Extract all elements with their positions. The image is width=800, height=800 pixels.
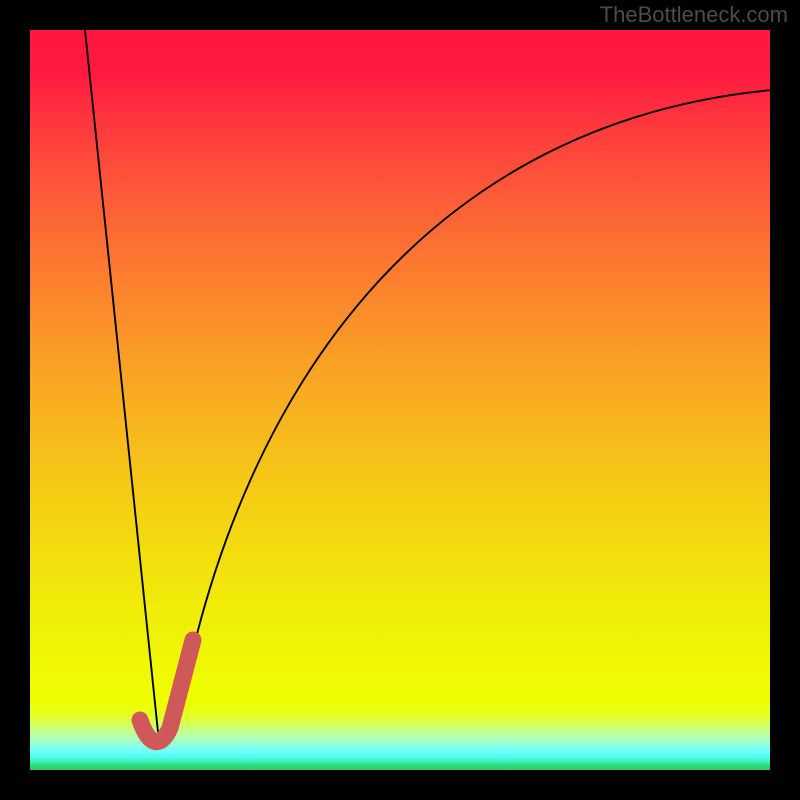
- curve-left: [85, 30, 158, 732]
- curve-overlay: [30, 30, 770, 770]
- red-check-marker: [140, 640, 193, 742]
- curve-right: [176, 90, 770, 732]
- plot-area: [30, 30, 770, 770]
- attribution-text: TheBottleneck.com: [600, 2, 788, 28]
- chart-container: TheBottleneck.com: [0, 0, 800, 800]
